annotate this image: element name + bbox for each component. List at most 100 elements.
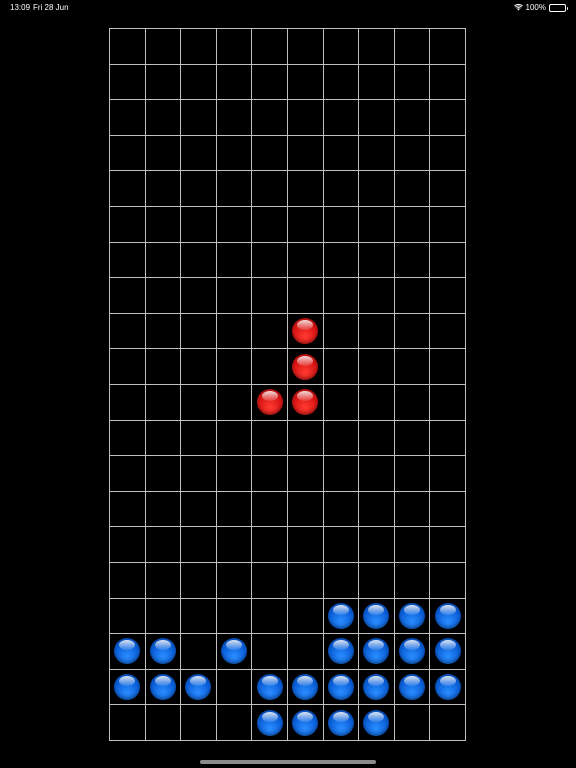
board-cell (216, 634, 253, 670)
board-cell (359, 64, 395, 101)
board-cell (430, 349, 466, 385)
board-cell (252, 349, 288, 385)
board-cell (110, 349, 146, 385)
board-cell (323, 64, 360, 101)
board-cell (287, 206, 324, 243)
board-cell (145, 598, 182, 635)
board-cell (287, 634, 324, 670)
board-cell (430, 313, 466, 350)
board-cell (359, 634, 395, 670)
board-cell (181, 313, 217, 350)
falling-piece-ball (292, 318, 319, 345)
board-cell (110, 456, 146, 492)
settled-ball (363, 709, 390, 736)
board-cell (181, 705, 217, 741)
board-cell (110, 242, 146, 279)
board-cell (145, 278, 182, 314)
board-cell (110, 527, 146, 563)
board-cell (181, 634, 217, 670)
falling-piece-ball (292, 389, 319, 416)
board-cell (252, 491, 288, 528)
board-cell (181, 669, 217, 706)
board-cell (359, 135, 395, 172)
board-cell (181, 64, 217, 101)
board-cell (110, 384, 146, 421)
board-cell (252, 29, 288, 65)
board-cell (323, 349, 360, 385)
board-cell (323, 562, 360, 599)
board-cell (216, 420, 253, 457)
board-cell (323, 420, 360, 457)
board-cell (323, 135, 360, 172)
board-cell (394, 705, 431, 741)
settled-ball (434, 674, 461, 701)
board-cell (216, 705, 253, 741)
board-cell (287, 64, 324, 101)
board-cell (287, 29, 324, 65)
board-cell (394, 349, 431, 385)
board-cell (145, 562, 182, 599)
board-cell (181, 527, 217, 563)
status-time: 13:09 (10, 3, 31, 12)
board-cell (287, 420, 324, 457)
board-cell (252, 705, 288, 741)
board-cell (110, 491, 146, 528)
board-cell (359, 705, 395, 741)
board-cell (145, 705, 182, 741)
board-cell (145, 206, 182, 243)
board-cell (359, 669, 395, 706)
board-cell (181, 420, 217, 457)
board-cell (110, 64, 146, 101)
board-cell (252, 634, 288, 670)
board-cell (252, 562, 288, 599)
board-cell (110, 705, 146, 741)
board-cell (110, 598, 146, 635)
board-cell (216, 171, 253, 207)
board-cell (287, 456, 324, 492)
board-cell (216, 491, 253, 528)
settled-ball (292, 674, 319, 701)
board-cell (181, 171, 217, 207)
board-cell (287, 171, 324, 207)
board-cell (359, 527, 395, 563)
board-cell (145, 384, 182, 421)
board-cell (359, 278, 395, 314)
board-cell (323, 598, 360, 635)
board-cell (145, 349, 182, 385)
status-date: Fri 28 Jun (33, 3, 69, 12)
board-cell (394, 384, 431, 421)
board-cell (394, 242, 431, 279)
board-cell (252, 669, 288, 706)
board-cell (394, 29, 431, 65)
settled-ball (114, 638, 141, 665)
board-cell (394, 420, 431, 457)
board-cell (216, 313, 253, 350)
board-cell (430, 562, 466, 599)
board-cell (287, 278, 324, 314)
home-indicator[interactable] (200, 760, 376, 764)
board-cell (252, 64, 288, 101)
board-cell (359, 29, 395, 65)
board-cell (145, 242, 182, 279)
game-board[interactable] (109, 28, 466, 741)
board-cell (323, 527, 360, 563)
board-cell (323, 669, 360, 706)
board-cell (252, 420, 288, 457)
board-cell (323, 705, 360, 741)
board-cell (323, 634, 360, 670)
board-cell (430, 135, 466, 172)
board-cell (394, 135, 431, 172)
board-cell (252, 242, 288, 279)
board-cell (216, 598, 253, 635)
board-cell (359, 598, 395, 635)
settled-ball (256, 674, 283, 701)
board-cell (394, 598, 431, 635)
board-cell (252, 598, 288, 635)
board-cell (323, 313, 360, 350)
status-bar: 13:09 Fri 28 Jun 100% (0, 0, 576, 16)
settled-ball (363, 602, 390, 629)
board-cell (252, 135, 288, 172)
board-cell (323, 278, 360, 314)
board-cell (323, 171, 360, 207)
battery-icon (549, 3, 568, 12)
